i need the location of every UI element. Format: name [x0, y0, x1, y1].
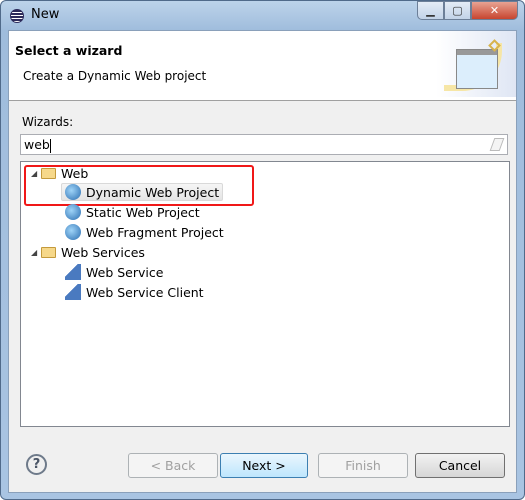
- folder-icon: [41, 167, 56, 179]
- cancel-button[interactable]: Cancel: [415, 453, 505, 478]
- web-service-client-icon: [65, 284, 81, 300]
- web-project-icon: [65, 204, 81, 220]
- wizard-banner-icon: [436, 31, 516, 97]
- filter-value: web: [24, 137, 50, 152]
- back-button[interactable]: < Back: [128, 453, 218, 478]
- expand-triangle-icon[interactable]: ◢: [31, 169, 41, 178]
- dialog-body: Select a wizard Create a Dynamic Web pro…: [8, 30, 517, 493]
- next-button[interactable]: Next >: [220, 453, 308, 478]
- wizard-tree[interactable]: ◢ Web Dynamic Web Project Static Web Proj…: [20, 161, 510, 427]
- tree-item-web-service-client[interactable]: Web Service Client: [65, 283, 204, 301]
- title-bar[interactable]: New ▁ ▢ ✕: [1, 1, 524, 29]
- minimize-button[interactable]: ▁: [417, 1, 444, 20]
- wizard-filter-input[interactable]: web: [20, 134, 508, 155]
- page-title: Select a wizard: [15, 43, 123, 58]
- expand-triangle-icon[interactable]: ◢: [31, 248, 41, 257]
- wizards-label: Wizards:: [22, 115, 74, 129]
- eclipse-icon: [10, 9, 24, 23]
- tree-item-static-web-project[interactable]: Static Web Project: [65, 203, 200, 221]
- web-fragment-icon: [65, 224, 81, 240]
- wizard-header: Select a wizard Create a Dynamic Web pro…: [9, 31, 516, 101]
- page-description: Create a Dynamic Web project: [23, 69, 207, 83]
- close-button[interactable]: ✕: [471, 1, 518, 20]
- finish-button[interactable]: Finish: [318, 453, 408, 478]
- window-title: New: [31, 7, 60, 22]
- web-project-icon: [65, 184, 81, 200]
- folder-icon: [41, 246, 56, 258]
- tree-category-web-services[interactable]: ◢ Web Services: [31, 243, 145, 261]
- web-service-icon: [65, 264, 81, 280]
- new-wizard-window: New ▁ ▢ ✕ Select a wizard Create a Dynam…: [0, 0, 525, 500]
- tree-item-web-fragment-project[interactable]: Web Fragment Project: [65, 223, 224, 241]
- tree-item-dynamic-web-project[interactable]: Dynamic Web Project: [61, 183, 224, 201]
- tree-item-web-service[interactable]: Web Service: [65, 263, 163, 281]
- help-button[interactable]: ?: [26, 454, 47, 475]
- tree-category-web[interactable]: ◢ Web: [31, 164, 88, 182]
- clear-filter-icon[interactable]: [489, 138, 505, 151]
- maximize-button[interactable]: ▢: [444, 1, 471, 20]
